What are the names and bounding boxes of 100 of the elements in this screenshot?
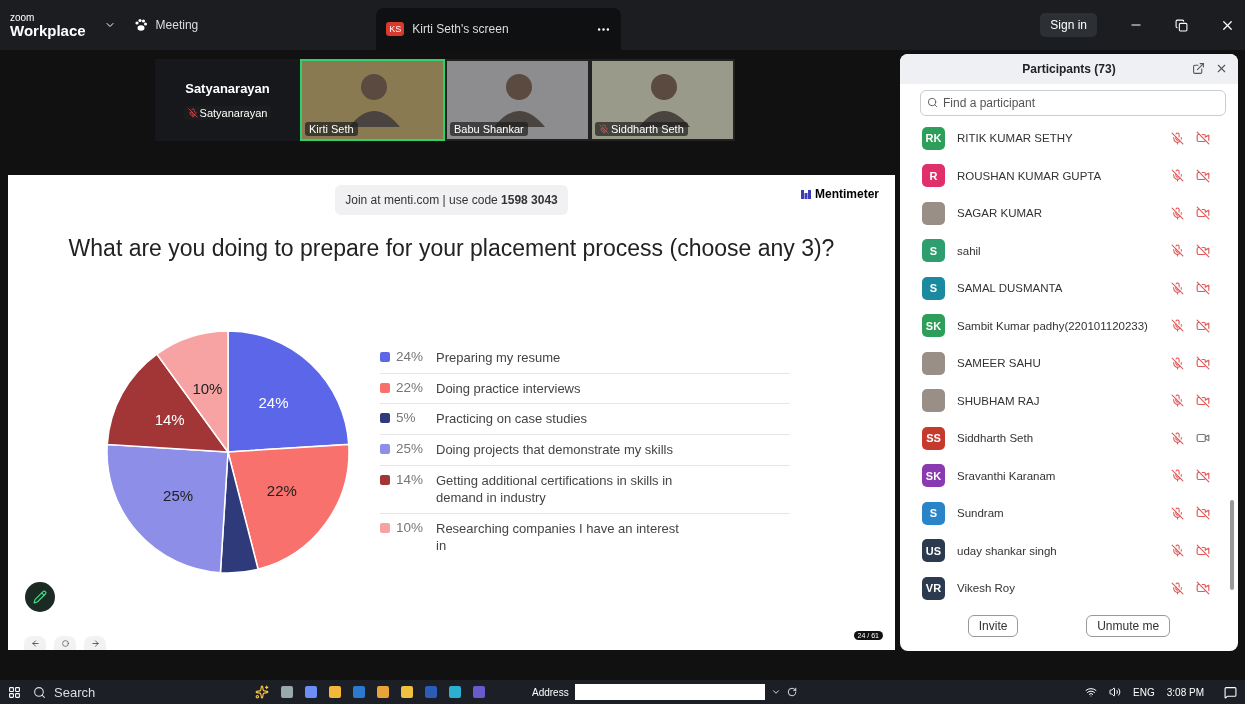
participant-row[interactable]: S sahil bbox=[922, 232, 1210, 270]
sign-in-button[interactable]: Sign in bbox=[1040, 13, 1097, 37]
muted-mic-icon[interactable] bbox=[1171, 469, 1184, 483]
participant-name: SAGAR KUMAR bbox=[957, 207, 1043, 220]
app-name: Workplace bbox=[10, 22, 86, 38]
search-field[interactable]: Find a participant bbox=[920, 89, 1226, 116]
participant-name: Siddharth Seth bbox=[957, 432, 1035, 445]
participant-row[interactable]: SK Sravanthi Karanam bbox=[922, 457, 1210, 495]
participant-name: RITIK KUMAR SETHY bbox=[957, 132, 1074, 145]
app-icon[interactable] bbox=[377, 686, 389, 698]
avatar: VR bbox=[922, 576, 945, 600]
participant-name: Sravanthi Karanam bbox=[957, 469, 1057, 482]
panel-button[interactable]: Invite bbox=[967, 615, 1019, 637]
participant-row[interactable]: SAGAR KUMAR bbox=[922, 194, 1210, 232]
video-off-icon[interactable] bbox=[1196, 206, 1210, 221]
muted-mic-icon bbox=[599, 124, 609, 134]
participant-row[interactable]: S SAMAL DUSMANTA bbox=[922, 269, 1210, 307]
photo-placeholder bbox=[922, 389, 945, 413]
language-indicator[interactable]: ENG bbox=[1133, 686, 1155, 698]
meeting-label[interactable]: Meeting bbox=[155, 18, 199, 32]
video-off-icon[interactable] bbox=[1196, 168, 1210, 183]
clock[interactable]: 3:08 PM bbox=[1166, 686, 1204, 698]
participant-name: SAMEER SAHU bbox=[957, 357, 1042, 370]
pencil-button[interactable] bbox=[25, 582, 55, 612]
legend-label: Doing practice interviews bbox=[436, 379, 582, 398]
restore-icon[interactable] bbox=[1175, 18, 1188, 32]
name-tag: Kirti Seth bbox=[305, 122, 358, 136]
name-tag: Satyanarayan bbox=[183, 105, 272, 120]
legend-label: Practicing on case studies bbox=[436, 410, 589, 428]
video-off-icon[interactable] bbox=[1196, 356, 1210, 371]
video-off-icon[interactable] bbox=[1196, 543, 1210, 558]
participant-name: Sambit Kumar padhy(220101120233) bbox=[957, 319, 1149, 332]
avatar: S bbox=[922, 276, 945, 300]
muted-mic-icon[interactable] bbox=[1171, 206, 1184, 220]
video-off-icon[interactable] bbox=[1196, 281, 1210, 296]
app-icon[interactable] bbox=[329, 686, 341, 698]
avatar: RK bbox=[922, 126, 945, 150]
participant-name: Vikesh Roy bbox=[957, 582, 1016, 595]
app-icon[interactable] bbox=[305, 686, 317, 698]
legend-label: Preparing my resume bbox=[436, 349, 562, 367]
app-icon[interactable] bbox=[473, 686, 485, 698]
video-off-icon[interactable] bbox=[1196, 468, 1210, 483]
participant-row[interactable]: SS Siddharth Seth bbox=[922, 419, 1210, 457]
app-icon[interactable] bbox=[449, 686, 461, 698]
speaker-icon[interactable] bbox=[1109, 686, 1122, 698]
participant-row[interactable]: RK RITIK KUMAR SETHY bbox=[922, 119, 1210, 157]
app-icon[interactable] bbox=[281, 686, 293, 698]
participant-row[interactable]: S Sundram bbox=[922, 494, 1210, 532]
taskbar-search[interactable]: Search bbox=[33, 684, 183, 700]
sparkle-icon[interactable] bbox=[255, 685, 269, 699]
pin-button[interactable] bbox=[54, 636, 76, 650]
video-off-icon[interactable] bbox=[1196, 506, 1210, 521]
address-label: Address bbox=[532, 686, 569, 698]
muted-mic-icon[interactable] bbox=[1171, 319, 1184, 333]
participant-row[interactable]: SK Sambit Kumar padhy(220101120233) bbox=[922, 307, 1210, 345]
video-off-icon[interactable] bbox=[1196, 131, 1210, 146]
next-button[interactable] bbox=[84, 636, 106, 650]
participant-row[interactable]: US uday shankar singh bbox=[922, 532, 1210, 570]
chevron-icon[interactable] bbox=[770, 687, 781, 697]
panel-button[interactable]: Unmute me bbox=[1086, 615, 1171, 637]
start-icon[interactable] bbox=[8, 685, 21, 699]
participant-row[interactable]: SHUBHAM RAJ bbox=[922, 382, 1210, 420]
video-off-icon[interactable] bbox=[1196, 318, 1210, 333]
muted-mic-icon[interactable] bbox=[1171, 394, 1184, 408]
app-icon[interactable] bbox=[353, 686, 365, 698]
slice-label: 14% bbox=[154, 410, 185, 428]
participant-row[interactable]: VR Vikesh Roy bbox=[922, 569, 1210, 607]
legend-percent: 25% bbox=[395, 440, 425, 456]
video-off-icon[interactable] bbox=[1196, 581, 1210, 596]
muted-mic-icon[interactable] bbox=[1171, 169, 1184, 183]
left-arrow-icon bbox=[30, 638, 40, 648]
address-field[interactable] bbox=[574, 684, 765, 700]
video-off-icon[interactable] bbox=[1196, 243, 1210, 258]
app-icon[interactable] bbox=[425, 686, 437, 698]
muted-mic-icon[interactable] bbox=[1171, 506, 1184, 520]
notifications-icon[interactable] bbox=[1224, 685, 1237, 699]
muted-mic-icon[interactable] bbox=[1171, 244, 1184, 258]
muted-mic-icon[interactable] bbox=[1171, 281, 1184, 295]
avatar: SK bbox=[922, 314, 945, 338]
slice-label: 25% bbox=[163, 487, 194, 504]
app-icon[interactable] bbox=[401, 686, 413, 698]
muted-mic-icon[interactable] bbox=[1171, 581, 1184, 595]
legend-percent: 5% bbox=[395, 410, 417, 426]
muted-mic-icon[interactable] bbox=[1171, 431, 1184, 445]
wifi-icon[interactable] bbox=[1085, 686, 1098, 698]
video-off-icon[interactable] bbox=[1196, 393, 1210, 408]
participant-row[interactable]: R ROUSHAN KUMAR GUPTA bbox=[922, 157, 1210, 195]
muted-mic-icon[interactable] bbox=[1171, 131, 1184, 145]
muted-mic-icon[interactable] bbox=[1171, 544, 1184, 558]
share-tab[interactable]: KS Kirti Seth's screen bbox=[376, 8, 622, 50]
panel-title: Participants (73) bbox=[1022, 61, 1116, 76]
legend-percent: 22% bbox=[395, 379, 425, 395]
mentimeter-logo-icon bbox=[801, 189, 811, 199]
pencil-icon bbox=[33, 590, 47, 604]
previous-button[interactable] bbox=[24, 636, 46, 650]
participant-row[interactable]: SAMEER SAHU bbox=[922, 344, 1210, 382]
legend-percent: 24% bbox=[395, 349, 425, 365]
muted-mic-icon[interactable] bbox=[1171, 356, 1184, 370]
pop-out-icon[interactable] bbox=[1192, 62, 1205, 76]
refresh-icon[interactable] bbox=[786, 687, 797, 697]
